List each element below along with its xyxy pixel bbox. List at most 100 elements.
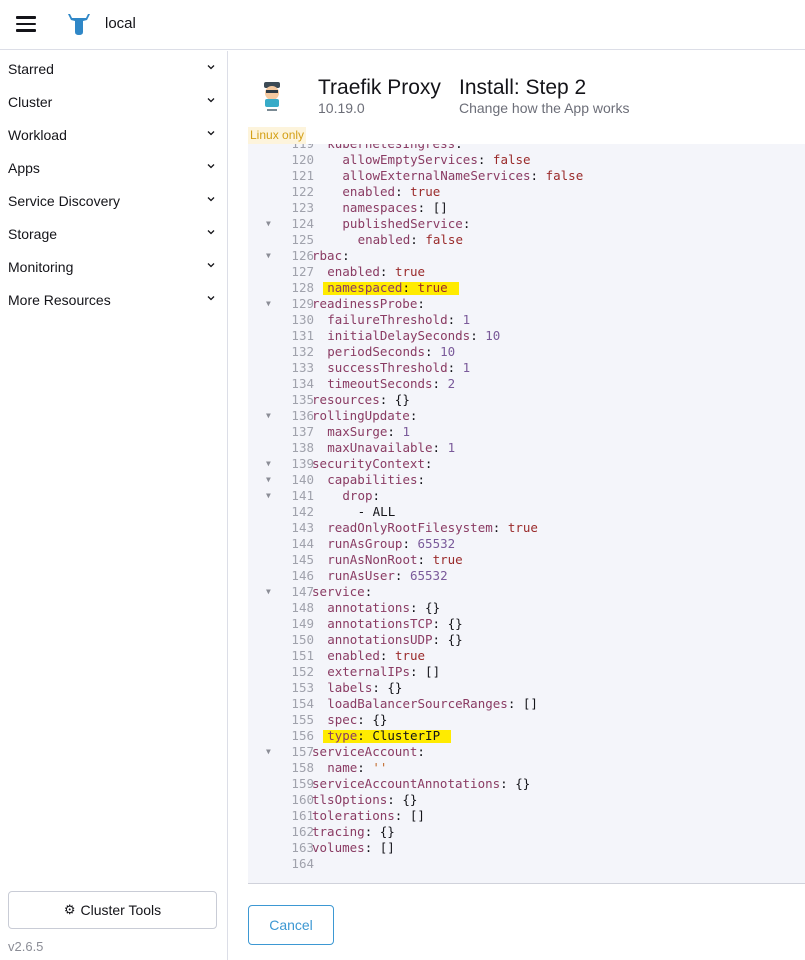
code-line[interactable]: 161 tolerations: []: [248, 808, 805, 824]
cluster-name[interactable]: local: [105, 15, 136, 32]
code-line[interactable]: 127 enabled: true: [248, 264, 805, 280]
code-line[interactable]: 131 initialDelaySeconds: 10: [248, 328, 805, 344]
code-line[interactable]: 159 serviceAccountAnnotations: {}: [248, 776, 805, 792]
fold-arrow-icon[interactable]: ▼: [266, 456, 274, 472]
sidebar-item-cluster[interactable]: Cluster: [0, 85, 227, 118]
code-text: periodSeconds: 10: [327, 344, 455, 360]
code-line[interactable]: 163 volumes: []: [248, 840, 805, 856]
code-line[interactable]: ▼ 157 serviceAccount:: [248, 744, 805, 760]
yaml-separator: :: [409, 600, 426, 615]
yaml-separator: :: [372, 680, 388, 695]
line-number: 159: [291, 776, 314, 791]
code-line[interactable]: ▼ 124 publishedService:: [248, 216, 805, 232]
code-line[interactable]: 132 periodSeconds: 10: [248, 344, 805, 360]
yaml-editor[interactable]: 119 kubernetesIngress: 120 allowEmptyServic…: [248, 144, 805, 884]
yaml-separator: :: [379, 392, 395, 407]
version-label[interactable]: v2.6.5: [8, 939, 43, 954]
yaml-key: name: [327, 760, 358, 775]
code-line[interactable]: 137 maxSurge: 1: [248, 424, 805, 440]
sidebar-item-more-resources[interactable]: More Resources: [0, 283, 227, 316]
code-text: serviceAccountAnnotations: {}: [312, 776, 530, 792]
code-line[interactable]: ▼ 129 readinessProbe:: [248, 296, 805, 312]
code-line[interactable]: 133 successThreshold: 1: [248, 360, 805, 376]
code-text: failureThreshold: 1: [327, 312, 470, 328]
code-text: runAsNonRoot: true: [327, 552, 462, 568]
yaml-separator: :: [477, 152, 493, 167]
code-text: namespaces: []: [342, 200, 447, 216]
code-line[interactable]: 155 spec: {}: [248, 712, 805, 728]
fold-arrow-icon[interactable]: ▼: [266, 584, 274, 600]
fold-arrow-icon[interactable]: ▼: [266, 248, 274, 264]
rancher-bull-icon[interactable]: [66, 12, 92, 36]
code-text: enabled: true: [327, 648, 425, 664]
fold-arrow-icon[interactable]: ▼: [266, 488, 274, 504]
cluster-tools-button[interactable]: ⚙ Cluster Tools: [8, 891, 217, 929]
code-line[interactable]: 144 runAsGroup: 65532: [248, 536, 805, 552]
yaml-key: enabled: [357, 232, 411, 247]
fold-arrow-icon[interactable]: ▼: [266, 744, 274, 760]
code-line[interactable]: 146 runAsUser: 65532: [248, 568, 805, 584]
code-line[interactable]: 148 annotations: {}: [248, 600, 805, 616]
yaml-key: rbac: [312, 248, 343, 263]
yaml-value: 1: [462, 312, 471, 327]
fold-arrow-icon[interactable]: ▼: [266, 408, 274, 424]
code-line[interactable]: 164: [248, 856, 805, 872]
code-line[interactable]: 152 externalIPs: []: [248, 664, 805, 680]
code-text: capabilities:: [327, 472, 425, 488]
code-line[interactable]: 158 name: '': [248, 760, 805, 776]
sidebar-item-apps[interactable]: Apps: [0, 151, 227, 184]
fold-arrow-icon[interactable]: ▼: [266, 296, 274, 312]
code-line[interactable]: 125 enabled: false: [248, 232, 805, 248]
code-line[interactable]: 120 allowEmptyServices: false: [248, 152, 805, 168]
code-line[interactable]: 142 - ALL: [248, 504, 805, 520]
sidebar-item-storage[interactable]: Storage: [0, 217, 227, 250]
code-line[interactable]: 149 annotationsTCP: {}: [248, 616, 805, 632]
code-line[interactable]: 135 resources: {}: [248, 392, 805, 408]
code-line[interactable]: 162 tracing: {}: [248, 824, 805, 840]
fold-arrow-icon[interactable]: ▼: [266, 472, 274, 488]
code-line[interactable]: ▼ 140 capabilities:: [248, 472, 805, 488]
code-line[interactable]: 128 namespaced: true: [248, 280, 805, 296]
code-line[interactable]: 151 enabled: true: [248, 648, 805, 664]
code-line[interactable]: 150 annotationsUDP: {}: [248, 632, 805, 648]
code-line[interactable]: ▼ 147 service:: [248, 584, 805, 600]
yaml-key: maxUnavailable: [327, 440, 433, 455]
yaml-key: drop: [342, 488, 373, 503]
code-line[interactable]: 123 namespaces: []: [248, 200, 805, 216]
yaml-separator: :: [395, 184, 411, 199]
code-line[interactable]: 138 maxUnavailable: 1: [248, 440, 805, 456]
code-line[interactable]: 156 type: ClusterIP: [248, 728, 805, 744]
code-line[interactable]: 121 allowExternalNameServices: false: [248, 168, 805, 184]
sidebar-item-starred[interactable]: Starred: [0, 52, 227, 85]
yaml-key: volumes: [312, 840, 365, 855]
fold-arrow-icon[interactable]: ▼: [266, 216, 274, 232]
code-line[interactable]: ▼ 141 drop:: [248, 488, 805, 504]
code-line[interactable]: ▼ 139 securityContext:: [248, 456, 805, 472]
yaml-value: 2: [447, 376, 456, 391]
yaml-key: allowEmptyServices: [342, 152, 478, 167]
code-line[interactable]: 160 tlsOptions: {}: [248, 792, 805, 808]
line-number: 156: [291, 728, 314, 743]
app-version: 10.19.0: [318, 100, 365, 116]
sidebar-item-service-discovery[interactable]: Service Discovery: [0, 184, 227, 217]
yaml-value: true: [417, 280, 448, 295]
code-line[interactable]: 143 readOnlyRootFilesystem: true: [248, 520, 805, 536]
app-title: Traefik Proxy: [318, 76, 441, 99]
code-line[interactable]: 130 failureThreshold: 1: [248, 312, 805, 328]
yaml-separator: :: [409, 408, 418, 423]
code-line[interactable]: 122 enabled: true: [248, 184, 805, 200]
sidebar-item-workload[interactable]: Workload: [0, 118, 227, 151]
code-line[interactable]: 153 labels: {}: [248, 680, 805, 696]
hamburger-menu-icon[interactable]: [16, 16, 36, 32]
code-line[interactable]: ▼ 126 rbac:: [248, 248, 805, 264]
sidebar-item-monitoring[interactable]: Monitoring: [0, 250, 227, 283]
code-line[interactable]: 134 timeoutSeconds: 2: [248, 376, 805, 392]
code-line[interactable]: ▼ 136 rollingUpdate:: [248, 408, 805, 424]
cancel-button[interactable]: Cancel: [248, 905, 334, 945]
code-line[interactable]: 145 runAsNonRoot: true: [248, 552, 805, 568]
chevron-down-icon: [207, 230, 215, 235]
code-line[interactable]: 154 loadBalancerSourceRanges: []: [248, 696, 805, 712]
line-number: 128: [291, 280, 314, 295]
yaml-key: serviceAccountAnnotations: [312, 776, 501, 791]
code-line[interactable]: 119 kubernetesIngress:: [248, 144, 805, 152]
